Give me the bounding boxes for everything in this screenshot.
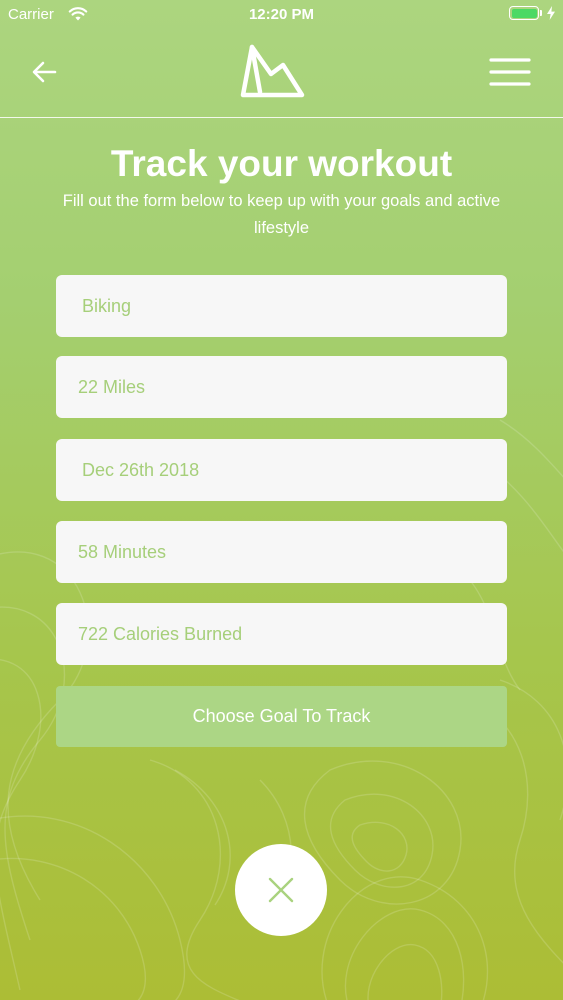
page-title: Track your workout	[110, 143, 453, 184]
menu-button[interactable]	[486, 52, 534, 94]
back-button[interactable]	[24, 52, 66, 94]
duration-input[interactable]	[56, 521, 507, 583]
status-bar: Carrier 12:20 PM	[0, 0, 563, 30]
battery-icon	[509, 6, 539, 20]
calories-field-container	[56, 603, 507, 665]
distance-field-container	[56, 356, 507, 418]
nav-divider	[0, 117, 563, 118]
page-subtitle: Fill out the form below to keep up with …	[62, 192, 501, 237]
date-field-container	[56, 439, 507, 501]
activity-input[interactable]	[56, 275, 507, 337]
battery-tip	[540, 10, 542, 16]
activity-field-container	[56, 275, 507, 337]
close-icon	[268, 877, 294, 903]
arrow-left-icon	[32, 61, 57, 83]
mountain-logo-icon	[240, 44, 305, 98]
hamburger-menu-icon	[489, 58, 531, 86]
date-input[interactable]	[56, 439, 507, 501]
duration-field-container	[56, 521, 507, 583]
close-button[interactable]	[235, 844, 327, 936]
charging-bolt-icon	[547, 6, 555, 20]
calories-input[interactable]	[56, 603, 507, 665]
distance-input[interactable]	[56, 356, 507, 418]
workout-tracker-screen: Carrier 12:20 PM Track your workout Fill…	[0, 0, 563, 1000]
battery-level	[511, 8, 537, 18]
choose-goal-button[interactable]: Choose Goal To Track	[56, 686, 507, 747]
status-time: 12:20 PM	[248, 6, 315, 23]
